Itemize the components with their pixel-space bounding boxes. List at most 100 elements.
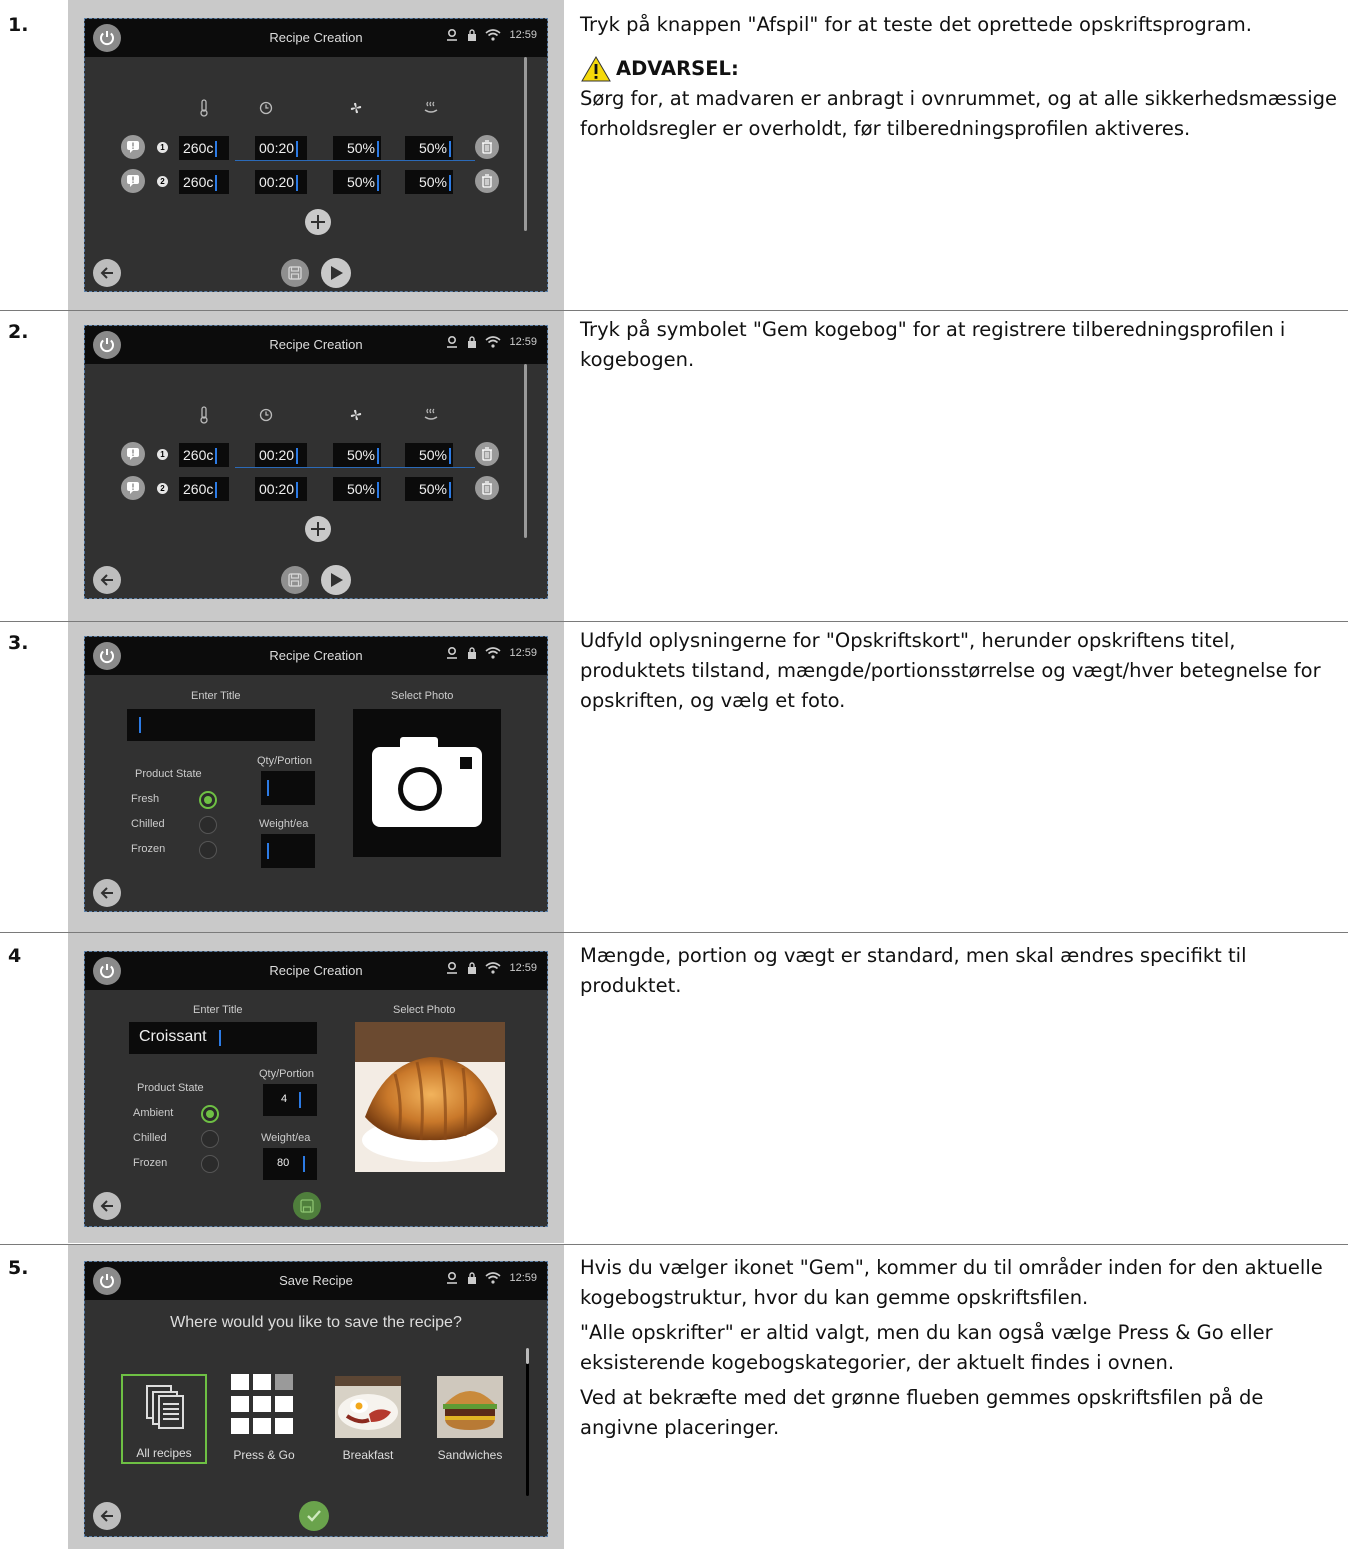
step-description: Mængde, portion og vægt er standard, men… xyxy=(580,941,1340,1006)
weight-input[interactable]: 80 xyxy=(263,1148,317,1180)
step-description: Hvis du vælger ikonet "Gem", kommer du t… xyxy=(580,1253,1340,1448)
row-index: 2 xyxy=(157,176,168,187)
paragraph: "Alle opskrifter" er altid valgt, men du… xyxy=(580,1321,1273,1374)
add-step-button[interactable] xyxy=(305,209,331,235)
back-button[interactable] xyxy=(93,1192,121,1220)
screenshot-frame: Recipe Creation 12:59 Enter Title Select… xyxy=(68,933,564,1243)
delete-button[interactable] xyxy=(475,476,499,500)
fan-field[interactable]: 50% xyxy=(333,170,381,194)
arrow-left-icon xyxy=(100,1510,113,1522)
scrollbar-thumb[interactable] xyxy=(526,1348,529,1364)
back-button[interactable] xyxy=(93,879,121,907)
screenshot-frame: Recipe Creation 12:59 Enter Title Select… xyxy=(68,622,564,932)
temperature-field[interactable]: 260c xyxy=(179,443,229,467)
trash-icon xyxy=(482,140,492,154)
oven-screen: Recipe Creation 12:59 1 260c 00:20 50% 5… xyxy=(84,18,548,292)
product-state-label: Product State xyxy=(135,768,202,780)
user-icon xyxy=(447,336,458,348)
lock-icon xyxy=(468,962,477,974)
photo-picker[interactable] xyxy=(353,709,501,857)
play-button[interactable] xyxy=(321,258,351,288)
status-area: 12:59 xyxy=(445,647,537,659)
row-index: 2 xyxy=(157,483,168,494)
humidity-field[interactable]: 50% xyxy=(405,477,453,501)
oven-screen: Save Recipe 12:59 Where would you like t… xyxy=(84,1261,548,1537)
tile-label: Breakfast xyxy=(342,1448,394,1462)
fan-field[interactable]: 50% xyxy=(333,477,381,501)
step-description: Udfyld oplysningerne for "Opskriftskort"… xyxy=(580,626,1340,721)
state-radio-chilled[interactable] xyxy=(201,1130,219,1148)
state-option-label: Ambient xyxy=(133,1107,174,1119)
time-field[interactable]: 00:20 xyxy=(255,443,307,467)
time-field[interactable]: 00:20 xyxy=(255,136,307,160)
top-bar: Recipe Creation 12:59 xyxy=(85,637,547,675)
delete-button[interactable] xyxy=(475,169,499,193)
delete-button[interactable] xyxy=(475,442,499,466)
weight-input[interactable] xyxy=(261,834,315,868)
time-field[interactable]: 00:20 xyxy=(255,477,307,501)
scrollbar[interactable] xyxy=(524,364,527,538)
arrow-left-icon xyxy=(100,267,113,279)
tile-all-recipes[interactable]: All recipes xyxy=(121,1374,207,1464)
title-input[interactable] xyxy=(127,709,315,741)
alert-button[interactable] xyxy=(121,442,145,466)
title-input[interactable]: Croissant xyxy=(129,1022,317,1054)
temperature-field[interactable]: 260c xyxy=(179,170,229,194)
qty-input[interactable] xyxy=(261,771,315,805)
fan-field[interactable]: 50% xyxy=(333,136,381,160)
wifi-icon xyxy=(485,962,501,974)
back-button[interactable] xyxy=(93,566,121,594)
step-row: 2 260c 00:20 50% 50% xyxy=(85,169,547,199)
oven-screen: Recipe Creation 12:59 Enter Title Select… xyxy=(84,951,548,1227)
time-field[interactable]: 00:20 xyxy=(255,170,307,194)
state-radio-fresh[interactable] xyxy=(199,791,217,809)
play-icon xyxy=(331,266,343,280)
add-step-button[interactable] xyxy=(305,516,331,542)
temperature-field[interactable]: 260c xyxy=(179,136,229,160)
save-button[interactable] xyxy=(293,1192,321,1220)
recipe-photo[interactable] xyxy=(355,1022,505,1172)
play-button[interactable] xyxy=(321,565,351,595)
alert-button[interactable] xyxy=(121,135,145,159)
tile-breakfast[interactable]: Breakfast xyxy=(325,1374,411,1464)
humidity-field[interactable]: 50% xyxy=(405,136,453,160)
temperature-field[interactable]: 260c xyxy=(179,477,229,501)
state-radio-frozen[interactable] xyxy=(201,1155,219,1173)
instruction-text: Udfyld oplysningerne for "Opskriftskort"… xyxy=(580,629,1321,712)
message-icon xyxy=(127,141,139,153)
top-bar: Save Recipe 12:59 xyxy=(85,1262,547,1300)
temperature-value: 260c xyxy=(183,140,214,156)
temperature-value: 260c xyxy=(183,447,214,463)
alert-button[interactable] xyxy=(121,476,145,500)
confirm-button[interactable] xyxy=(299,1501,329,1531)
save-cookbook-button[interactable] xyxy=(281,259,309,287)
back-button[interactable] xyxy=(93,1502,121,1530)
scrollbar[interactable] xyxy=(526,1348,529,1496)
state-radio-chilled[interactable] xyxy=(199,816,217,834)
humidity-value: 50% xyxy=(418,174,447,190)
qty-value: 4 xyxy=(281,1093,288,1105)
select-photo-label: Select Photo xyxy=(393,1004,456,1016)
humidity-field[interactable]: 50% xyxy=(405,443,453,467)
qty-input[interactable]: 4 xyxy=(263,1084,317,1116)
step-5: 5. Save Recipe 12:59 Where would you lik… xyxy=(0,1245,1348,1549)
tile-sandwiches[interactable]: Sandwiches xyxy=(427,1374,513,1464)
warning-title: ADVARSEL: xyxy=(616,57,739,80)
fan-field[interactable]: 50% xyxy=(333,443,381,467)
humidity-field[interactable]: 50% xyxy=(405,170,453,194)
back-button[interactable] xyxy=(93,259,121,287)
tile-press-and-go[interactable]: Press & Go xyxy=(221,1374,307,1464)
alert-button[interactable] xyxy=(121,169,145,193)
step-number: 4 xyxy=(8,945,22,967)
scrollbar[interactable] xyxy=(524,57,527,231)
humidity-value: 50% xyxy=(418,140,447,156)
arrow-left-icon xyxy=(100,1200,113,1212)
state-radio-ambient[interactable] xyxy=(201,1105,219,1123)
wifi-icon xyxy=(485,29,501,41)
state-radio-frozen[interactable] xyxy=(199,841,217,859)
delete-button[interactable] xyxy=(475,135,499,159)
save-cookbook-button[interactable] xyxy=(281,566,309,594)
trash-icon xyxy=(482,481,492,495)
message-icon xyxy=(127,448,139,460)
clock-time: 12:59 xyxy=(509,647,537,659)
